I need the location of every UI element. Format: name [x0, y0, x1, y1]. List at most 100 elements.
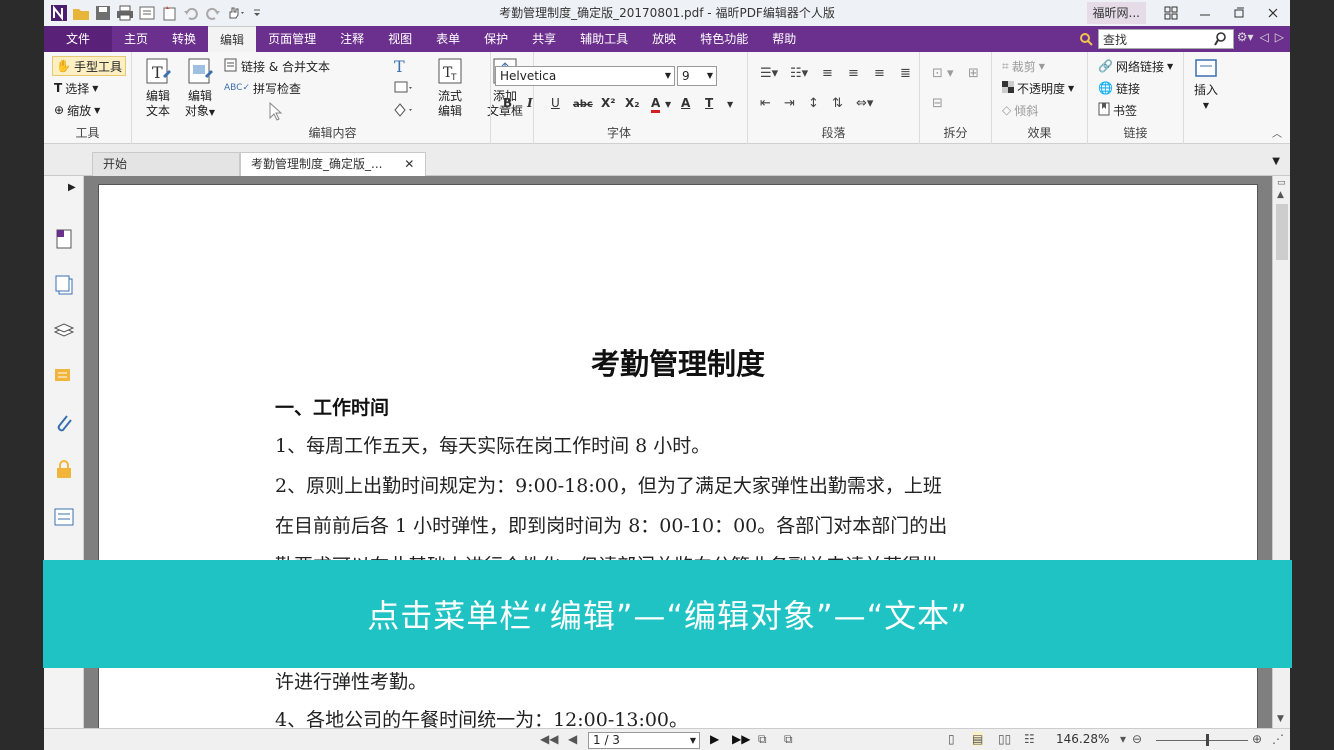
search-settings-icon[interactable]	[1078, 31, 1094, 50]
tab-edit[interactable]: 编辑	[208, 26, 257, 52]
minimize-icon[interactable]	[1188, 0, 1222, 26]
close-icon[interactable]	[1256, 0, 1290, 26]
tab-view[interactable]: 视图	[376, 26, 424, 52]
link-merge-text-button[interactable]: 链接 & 合并文本	[224, 56, 330, 76]
zoom-out-icon[interactable]: ⊖	[1132, 732, 1142, 746]
tab-form[interactable]: 表单	[424, 26, 472, 52]
hand-tool-button[interactable]: ✋ 手型工具	[52, 56, 126, 76]
search-icon[interactable]	[1214, 31, 1230, 50]
opacity-button[interactable]: 不透明度 ▼	[1002, 78, 1074, 98]
redo-icon[interactable]	[204, 4, 222, 22]
pages-icon[interactable]	[53, 274, 75, 296]
paragraph-spacing-icon[interactable]: ⇅	[832, 96, 843, 111]
line-spacing-icon[interactable]: ↕	[808, 96, 819, 111]
attachment-icon[interactable]	[53, 412, 75, 434]
tab-document[interactable]: 考勤管理制度_确定版_... ✕	[240, 152, 426, 176]
scroll-thumb[interactable]	[1276, 204, 1288, 260]
prev-page-icon[interactable]: ◀	[568, 732, 577, 746]
zoom-tool-button[interactable]: ⊕ 缩放 ▼	[54, 100, 100, 120]
form-fields-icon[interactable]	[53, 506, 75, 528]
char-spacing-icon[interactable]: T	[705, 96, 713, 110]
tab-start[interactable]: 开始	[92, 152, 240, 176]
add-text-icon[interactable]: T	[394, 56, 405, 76]
customize-qat-icon[interactable]	[248, 4, 266, 22]
restore-icon[interactable]	[1222, 0, 1256, 26]
layout-grid-icon[interactable]	[1154, 0, 1188, 26]
char-width-icon[interactable]: ⇔▾	[856, 96, 873, 111]
add-shape-icon[interactable]	[394, 100, 414, 120]
properties-icon[interactable]	[138, 4, 156, 22]
skew-button[interactable]: ◇ 倾斜	[1002, 100, 1038, 120]
page-number-input[interactable]: 1 / 3 ▼	[588, 732, 700, 749]
link-button[interactable]: 🌐 链接	[1098, 78, 1140, 98]
zoom-in-icon[interactable]: ⊕	[1252, 732, 1262, 746]
expand-panel-icon[interactable]: ▶	[68, 182, 76, 193]
subscript-icon[interactable]: X₂	[625, 96, 640, 110]
zoom-slider-track[interactable]	[1156, 740, 1248, 741]
edit-text-button[interactable]: T 编辑 文本	[138, 56, 178, 119]
prev-arrow-icon[interactable]: ◁	[1260, 30, 1269, 44]
chevron-down-icon[interactable]: ▼	[665, 100, 671, 109]
search-input[interactable]: 查找	[1098, 29, 1234, 49]
crop-button[interactable]: ⌗ 裁剪 ▼	[1002, 56, 1045, 76]
tab-accessibility[interactable]: 辅助工具	[568, 26, 640, 52]
spellcheck-button[interactable]: ABC✓ 拼写检查	[224, 78, 301, 98]
continuous-page-icon[interactable]: ▤	[972, 732, 984, 746]
previous-view-icon[interactable]: ⧉	[758, 732, 767, 747]
gear-icon[interactable]: ⚙▾	[1237, 30, 1254, 44]
split-icon[interactable]: ⊡ ▾	[932, 66, 954, 81]
account-button[interactable]: 福昕网...	[1086, 2, 1146, 24]
font-family-select[interactable]: Helvetica ▼	[495, 66, 675, 86]
page-thumbnail-icon[interactable]	[53, 228, 75, 250]
tab-page-manage[interactable]: 页面管理	[256, 26, 328, 52]
web-link-button[interactable]: 🔗 网络链接 ▼	[1098, 56, 1173, 76]
close-tab-icon[interactable]: ✕	[404, 157, 414, 171]
select-tool-button[interactable]: T 选择 ▼	[54, 78, 98, 98]
last-page-icon[interactable]: ▶▶	[732, 732, 750, 746]
bookmark-button[interactable]: 书签	[1098, 100, 1137, 120]
zoom-level[interactable]: 146.28%	[1056, 732, 1109, 746]
facing-page-icon[interactable]: ▯▯	[998, 732, 1011, 746]
scroll-up-icon[interactable]: ▲	[1277, 190, 1284, 200]
add-image-icon[interactable]	[394, 78, 414, 98]
justify-icon[interactable]: ≣	[900, 66, 911, 81]
tab-convert[interactable]: 转换	[160, 26, 208, 52]
save-icon[interactable]	[94, 4, 112, 22]
next-view-icon[interactable]: ⧉	[784, 732, 793, 747]
print-icon[interactable]	[116, 4, 134, 22]
scroll-top-icon[interactable]: ▭	[1277, 178, 1286, 188]
tab-help[interactable]: 帮助	[760, 26, 808, 52]
zoom-slider-thumb[interactable]	[1206, 734, 1209, 746]
edit-object-button[interactable]: 编辑 对象▼	[180, 56, 220, 120]
text-style-icon[interactable]: A	[681, 96, 690, 110]
lock-icon[interactable]	[53, 458, 75, 480]
tab-comment[interactable]: 注释	[328, 26, 376, 52]
resize-grip-icon[interactable]: ⋰	[1272, 732, 1284, 746]
tab-features[interactable]: 特色功能	[688, 26, 760, 52]
split-page-icon[interactable]: ⊟	[932, 96, 943, 111]
bullet-list-icon[interactable]: ☰▾	[760, 66, 778, 81]
font-color-icon[interactable]: A	[651, 96, 661, 113]
insert-button[interactable]: 插入 ▼	[1186, 58, 1226, 113]
chevron-down-icon[interactable]: ▼	[727, 100, 733, 109]
numbered-list-icon[interactable]: ☷▾	[790, 66, 808, 81]
open-folder-icon[interactable]	[72, 4, 90, 22]
new-blank-icon[interactable]	[160, 4, 178, 22]
flow-edit-button[interactable]: TT 流式 编辑	[430, 56, 470, 119]
layers-icon[interactable]	[53, 320, 75, 342]
tab-share[interactable]: 共享	[520, 26, 568, 52]
align-left-icon[interactable]: ≡	[822, 66, 833, 81]
zoom-dropdown-icon[interactable]: ▾	[1120, 732, 1126, 746]
bold-icon[interactable]: B	[503, 96, 512, 110]
align-center-icon[interactable]: ≡	[848, 66, 859, 81]
hand-tool-dropdown-icon[interactable]	[226, 4, 244, 22]
increase-indent-icon[interactable]: ⇥	[784, 96, 795, 111]
tab-file[interactable]: 文件	[44, 26, 113, 52]
next-page-icon[interactable]: ▶	[710, 732, 719, 746]
superscript-icon[interactable]: X²	[601, 96, 616, 110]
italic-icon[interactable]: I	[527, 96, 533, 110]
scroll-down-icon[interactable]: ▼	[1277, 714, 1284, 724]
underline-icon[interactable]: U	[551, 96, 560, 110]
continuous-facing-icon[interactable]: ☷	[1024, 732, 1035, 746]
decrease-indent-icon[interactable]: ⇤	[760, 96, 771, 111]
